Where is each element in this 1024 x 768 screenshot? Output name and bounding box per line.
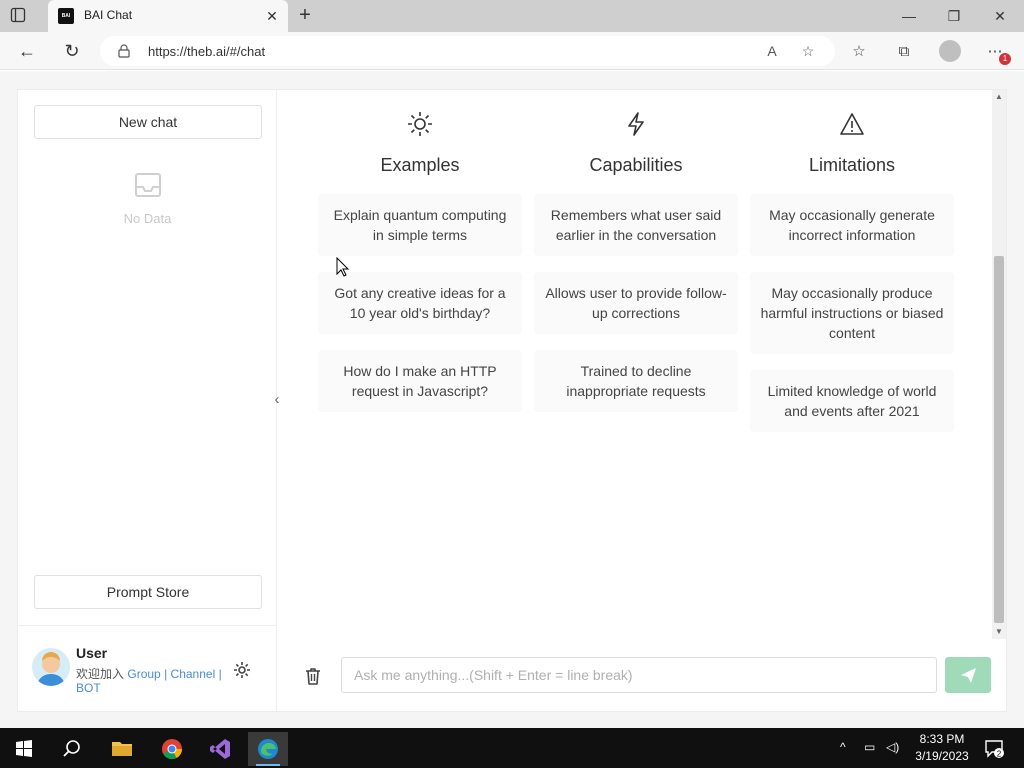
trash-icon[interactable] [304, 666, 322, 686]
clock-date: 3/19/2023 [915, 749, 969, 763]
close-window-icon[interactable]: ✕ [987, 6, 1013, 26]
gear-icon[interactable] [232, 660, 252, 680]
group-link[interactable]: Group [127, 667, 160, 681]
column-title: Capabilities [589, 155, 683, 175]
read-aloud-icon[interactable]: A [762, 42, 782, 60]
tab-strip: BAI BAI Chat ✕ + — ❐ ✕ [0, 0, 1024, 32]
add-favorite-icon[interactable]: ☆ [798, 42, 818, 60]
example-card[interactable]: Got any creative ideas for a 10 year old… [318, 272, 522, 334]
clock-time: 8:33 PM [919, 732, 965, 746]
collections-icon[interactable]: ⧉ [893, 41, 915, 63]
url-field[interactable]: https://theb.ai/#/chat A ☆ [100, 36, 835, 66]
minimize-icon[interactable]: — [896, 6, 922, 26]
notification-badge: 1 [999, 53, 1011, 65]
example-card[interactable]: Explain quantum computing in simple term… [318, 194, 522, 256]
refresh-icon[interactable]: ↻ [61, 40, 83, 62]
user-links-line-2: BOT [76, 681, 101, 695]
svg-text:2: 2 [997, 750, 1002, 759]
tab-actions-icon[interactable] [10, 7, 38, 25]
back-icon[interactable]: ← [16, 40, 38, 62]
example-card[interactable]: How do I make an HTTP request in Javascr… [318, 350, 522, 412]
column-title: Examples [380, 155, 460, 175]
chat-app: New chat No Data Prompt Store User 欢迎加入 … [17, 89, 1007, 712]
scrollbar-thumb[interactable] [994, 256, 1004, 623]
profile-avatar[interactable] [939, 40, 961, 62]
limitation-card: Limited knowledge of world and events af… [750, 370, 954, 432]
scroll-up-icon[interactable]: ▲ [992, 90, 1006, 104]
limitation-card: May occasionally produce harmful instruc… [750, 272, 954, 354]
user-avatar[interactable] [32, 648, 70, 686]
tab-title: BAI Chat [84, 8, 133, 22]
bot-link[interactable]: BOT [76, 681, 101, 695]
chevron-up-icon[interactable]: ^ [840, 740, 846, 754]
send-icon [961, 668, 976, 683]
prompt-store-button[interactable]: Prompt Store [34, 575, 262, 609]
search-icon[interactable] [52, 732, 92, 766]
link-separator: | [164, 667, 168, 681]
mouse-cursor-icon [336, 256, 350, 277]
sidebar: New chat No Data Prompt Store User 欢迎加入 … [18, 90, 277, 711]
bai-favicon-icon: BAI [58, 8, 74, 24]
channel-link[interactable]: Channel [171, 667, 216, 681]
notification-center-icon[interactable]: 2 [984, 738, 1004, 759]
lock-icon[interactable] [118, 44, 130, 63]
chrome-icon[interactable] [152, 732, 192, 766]
user-name: User [76, 645, 108, 661]
windows-start-icon[interactable] [4, 732, 44, 766]
taskbar: ^ ▭ ◁) 8:33 PM 3/19/2023 2 [0, 728, 1024, 768]
limitation-card: May occasionally generate incorrect info… [750, 194, 954, 256]
capability-card: Allows user to provide follow-up correct… [534, 272, 738, 334]
address-bar: ← ↻ https://theb.ai/#/chat A ☆ ☆ ⧉ ⋯ 1 [0, 32, 1024, 70]
lightning-icon [622, 110, 650, 138]
sun-icon [406, 110, 434, 138]
restore-icon[interactable]: ❐ [941, 6, 967, 26]
main-panel: Examples Explain quantum computing in si… [278, 90, 992, 711]
capability-card: Remembers what user said earlier in the … [534, 194, 738, 256]
system-clock[interactable]: 8:33 PM 3/19/2023 [912, 731, 972, 765]
favorites-icon[interactable]: ☆ [848, 41, 870, 63]
column-title: Limitations [808, 155, 896, 175]
user-links-line: 欢迎加入 Group | Channel | [76, 665, 222, 682]
network-icon[interactable]: ▭ [864, 740, 875, 754]
volume-icon[interactable]: ◁) [886, 740, 899, 754]
sidebar-divider [18, 625, 276, 626]
url-text: https://theb.ai/#/chat [148, 44, 266, 59]
send-button[interactable] [945, 657, 991, 693]
new-tab-icon[interactable]: + [294, 5, 316, 26]
active-app-indicator [256, 764, 280, 766]
link-separator: | [218, 667, 222, 681]
join-text: 欢迎加入 [76, 667, 125, 681]
empty-state-text: No Data [123, 211, 172, 226]
file-explorer-icon[interactable] [102, 732, 142, 766]
scroll-down-icon[interactable]: ▼ [992, 625, 1006, 639]
empty-inbox-icon [134, 172, 162, 198]
new-chat-button[interactable]: New chat [34, 105, 262, 139]
warning-icon [838, 110, 866, 138]
edge-icon[interactable] [248, 732, 288, 766]
close-tab-icon[interactable]: ✕ [264, 8, 280, 24]
page-viewport: New chat No Data Prompt Store User 欢迎加入 … [0, 71, 1024, 728]
chat-input[interactable] [341, 657, 937, 693]
visual-studio-icon[interactable] [200, 732, 240, 766]
capability-card: Trained to decline inappropriate request… [534, 350, 738, 412]
browser-tab[interactable]: BAI BAI Chat ✕ [48, 0, 288, 32]
